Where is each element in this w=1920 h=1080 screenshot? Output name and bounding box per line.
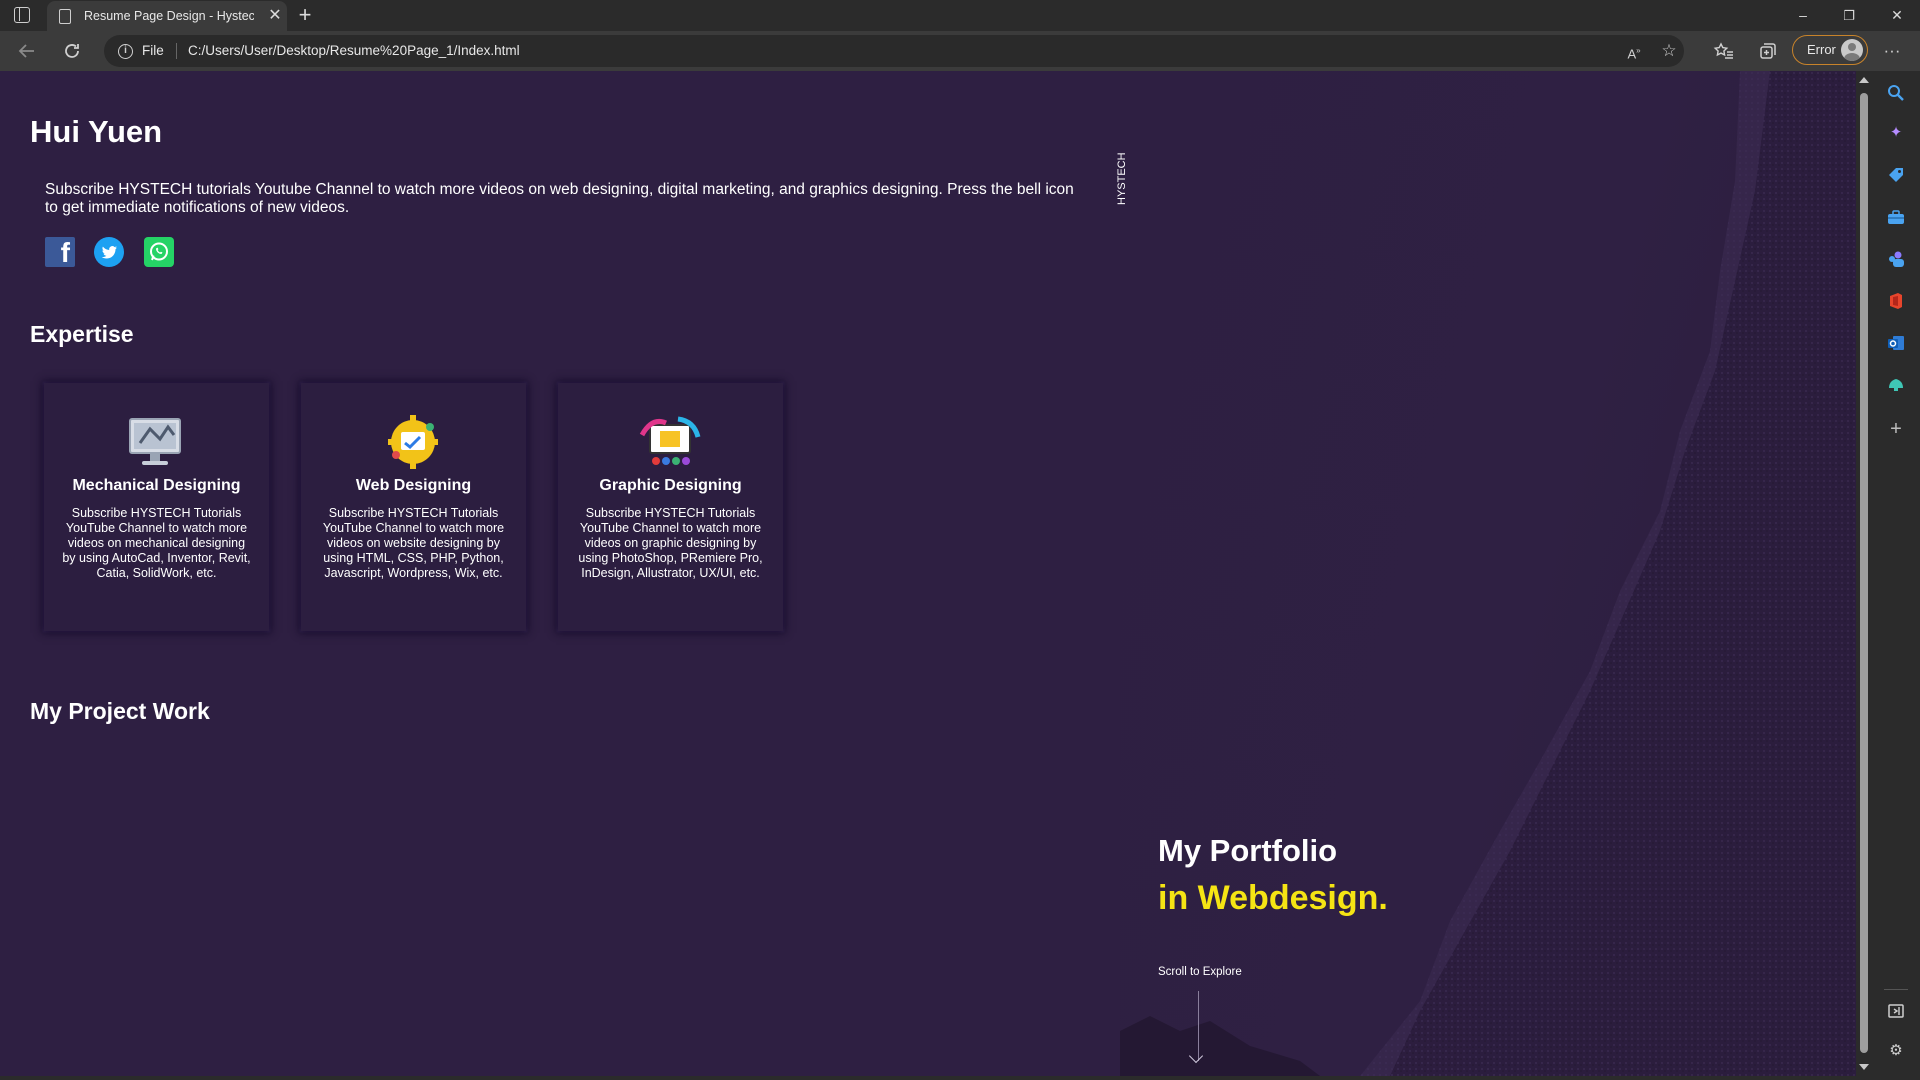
collections-icon[interactable]	[1756, 39, 1780, 63]
expertise-card-graphic: Graphic Designing Subscribe HYSTECH Tuto…	[558, 383, 783, 631]
card-text: Subscribe HYSTECH Tutorials YouTube Chan…	[578, 506, 763, 580]
tab-close-icon[interactable]: ✕	[265, 5, 285, 27]
scroll-to-explore[interactable]: Scroll to Explore	[1158, 966, 1242, 978]
sidebar-divider	[1884, 989, 1908, 990]
scheme-label: File	[142, 43, 164, 58]
office-icon[interactable]	[1886, 291, 1906, 311]
more-icon[interactable]: ···	[1880, 39, 1904, 63]
refresh-icon[interactable]	[60, 39, 84, 63]
tab-bar: Resume Page Design - Hystech T ✕ + – ❐ ✕	[0, 0, 1920, 31]
scroll-up-icon[interactable]	[1859, 77, 1869, 83]
monitor-3d-icon	[124, 415, 188, 469]
whatsapp-icon[interactable]	[144, 237, 174, 267]
shopping-icon[interactable]	[1886, 165, 1906, 185]
facebook-icon[interactable]: f	[45, 237, 75, 268]
card-text: Subscribe HYSTECH Tutorials YouTube Chan…	[62, 506, 251, 580]
scrollbar-thumb[interactable]	[1860, 93, 1868, 1053]
add-icon[interactable]: +	[1886, 419, 1906, 439]
omnibox-divider	[176, 43, 177, 59]
page-icon	[59, 9, 71, 24]
restore-button[interactable]: ❐	[1826, 0, 1872, 31]
expertise-heading: Expertise	[30, 321, 134, 347]
add-favorite-icon[interactable]: ☆	[1657, 39, 1681, 63]
favorites-icon[interactable]	[1712, 39, 1736, 63]
url-text[interactable]: C:/Users/User/Desktop/Resume%20Page_1/In…	[188, 43, 520, 58]
toolbar: i File C:/Users/User/Desktop/Resume%20Pa…	[0, 31, 1920, 71]
new-tab-button[interactable]: +	[294, 2, 316, 28]
tab-title: Resume Page Design - Hystech T	[84, 9, 254, 23]
info-icon[interactable]: i	[118, 44, 133, 59]
brand-vertical-label: HYSTECH	[1116, 152, 1128, 205]
tab-actions-icon[interactable]	[14, 7, 30, 23]
address-bar[interactable]: i File C:/Users/User/Desktop/Resume%20Pa…	[104, 35, 1684, 67]
page-viewport: Hui Yuen Subscribe HYSTECH tutorials You…	[0, 71, 1856, 1076]
profile-status: Error	[1807, 42, 1836, 57]
intro-text: Subscribe HYSTECH tutorials Youtube Chan…	[45, 181, 1074, 216]
drop-icon[interactable]	[1886, 375, 1906, 395]
screen-icon[interactable]	[1886, 1001, 1906, 1021]
person-name: Hui Yuen	[30, 114, 163, 149]
outlook-icon[interactable]	[1886, 333, 1906, 353]
hero-background	[1120, 71, 1856, 1076]
vertical-scrollbar[interactable]	[1856, 71, 1872, 1076]
settings-icon[interactable]: ⚙	[1886, 1041, 1906, 1061]
read-aloud-icon[interactable]: A»	[1622, 39, 1646, 63]
window-bottom-edge	[0, 1076, 1872, 1080]
hero-title: My Portfolio	[1158, 833, 1338, 868]
card-title: Web Designing	[355, 477, 472, 494]
search-icon[interactable]	[1886, 83, 1906, 103]
twitter-icon[interactable]	[94, 237, 124, 267]
avatar	[1841, 39, 1863, 61]
scroll-down-icon[interactable]	[1859, 1064, 1869, 1070]
card-text: Subscribe HYSTECH Tutorials YouTube Chan…	[322, 506, 505, 580]
minimize-button[interactable]: –	[1780, 0, 1826, 31]
graphic-palette-icon	[638, 415, 702, 469]
web-gear-icon	[381, 415, 445, 469]
hero-subtitle: in Webdesign.	[1158, 879, 1388, 917]
expertise-card-mechanical: Mechanical Designing Subscribe HYSTECH T…	[44, 383, 269, 631]
back-icon[interactable]	[15, 39, 39, 63]
tab-resume[interactable]: Resume Page Design - Hystech T ✕	[47, 1, 287, 31]
projects-heading: My Project Work	[30, 698, 210, 724]
games-icon[interactable]	[1886, 249, 1906, 269]
expertise-card-web: Web Designing Subscribe HYSTECH Tutorial…	[301, 383, 526, 631]
profile-error-button[interactable]: Error	[1792, 35, 1868, 65]
edge-sidebar: ✦ + ⚙	[1872, 71, 1920, 1080]
tools-icon[interactable]	[1886, 207, 1906, 227]
close-window-button[interactable]: ✕	[1874, 0, 1920, 31]
card-title: Mechanical Designing	[72, 477, 241, 494]
card-title: Graphic Designing	[599, 477, 742, 494]
copilot-icon[interactable]: ✦	[1886, 123, 1906, 143]
